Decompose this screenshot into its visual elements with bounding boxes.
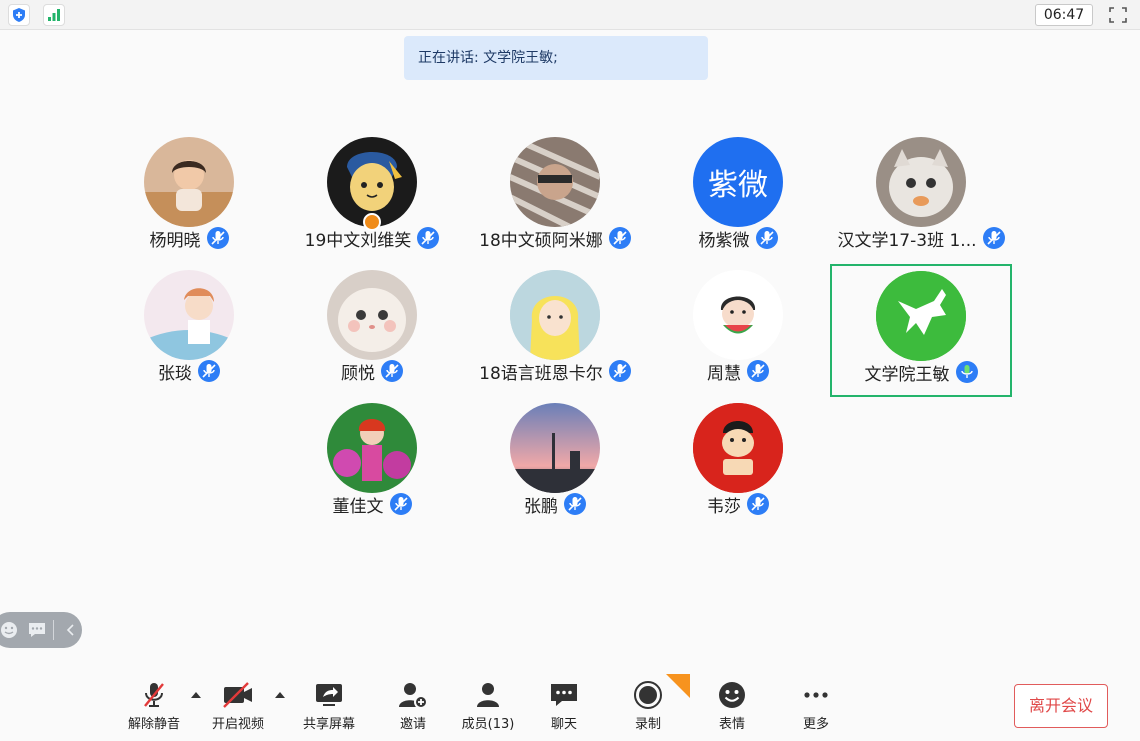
participant-tile[interactable]: 18语言班恩卡尔 — [464, 264, 646, 397]
participant-name: 18语言班恩卡尔 — [479, 363, 603, 384]
fullscreen-icon[interactable] — [1108, 6, 1128, 24]
chat-button[interactable]: 聊天 — [529, 680, 599, 732]
share-screen-button[interactable]: 共享屏幕 — [294, 680, 364, 732]
security-shield-icon[interactable] — [8, 4, 30, 26]
participant-name: 19中文刘维笑 — [304, 230, 412, 251]
participant-tile[interactable]: 韦莎 — [647, 397, 829, 530]
mic-muted-icon — [206, 227, 229, 249]
members-button[interactable]: 成员(13) — [453, 680, 523, 732]
participant-tile[interactable]: 杨明晓 — [98, 131, 280, 264]
participant-name: 张鹏 — [524, 496, 558, 517]
participant-tile[interactable]: 汉文学17-3班 1... — [830, 131, 1012, 264]
mic-off-icon — [138, 680, 170, 710]
participant-name: 文学院王敏 — [864, 364, 950, 385]
chat-bubble-icon[interactable] — [26, 619, 48, 641]
mic-muted-icon — [608, 360, 631, 382]
mic-muted-icon — [564, 493, 586, 515]
video-options-caret[interactable] — [275, 692, 285, 698]
mute-options-caret[interactable] — [191, 692, 201, 698]
top-bar: 06:47 — [0, 0, 1140, 30]
share-screen-icon — [313, 680, 345, 710]
avatar-initials: 紫微 — [708, 168, 768, 203]
divider — [53, 620, 55, 640]
mic-muted-icon — [747, 360, 769, 382]
mic-muted-icon — [755, 227, 778, 249]
avatar — [693, 403, 783, 493]
meeting-timer: 06:47 — [1035, 4, 1093, 26]
avatar — [510, 270, 600, 360]
mic-muted-icon — [608, 227, 631, 249]
invite-button[interactable]: 邀请 — [378, 680, 448, 732]
meeting-toolbar: 解除静音 开启视频 共享屏幕 邀请 成员(13) 聊天 录制 表情 更多 — [0, 668, 1140, 741]
avatar — [876, 137, 966, 227]
participant-name: 18中文硕阿米娜 — [479, 230, 603, 251]
avatar — [327, 270, 417, 360]
emoji-icon — [716, 680, 748, 710]
mic-muted-icon — [198, 360, 220, 382]
more-dots-icon — [800, 680, 832, 710]
participant-name: 周慧 — [707, 363, 741, 384]
floating-side-panel — [0, 612, 82, 648]
participant-name: 韦莎 — [707, 496, 741, 517]
start-video-button[interactable]: 开启视频 — [203, 680, 273, 732]
participant-tile[interactable]: 紫微 杨紫微 — [647, 131, 829, 264]
participant-name: 张琰 — [158, 363, 192, 384]
smiley-icon[interactable] — [0, 619, 20, 641]
participant-tile[interactable]: 张鹏 — [464, 397, 646, 530]
chat-icon — [548, 680, 580, 710]
video-off-icon — [222, 680, 254, 710]
avatar — [327, 403, 417, 493]
mic-muted-icon — [982, 227, 1005, 249]
participant-name: 杨紫微 — [698, 230, 750, 251]
participant-tile[interactable]: 张琰 — [98, 264, 280, 397]
mic-muted-icon — [389, 493, 412, 515]
users-icon — [472, 680, 504, 710]
network-signal-icon[interactable] — [43, 4, 65, 26]
participant-tile-active-speaker[interactable]: 文学院王敏 — [830, 264, 1012, 397]
avatar — [510, 403, 600, 493]
participant-name: 顾悦 — [341, 363, 375, 384]
avatar — [693, 270, 783, 360]
avatar: 紫微 — [693, 137, 783, 227]
record-icon — [632, 680, 664, 710]
participant-tile[interactable]: 周慧 — [647, 264, 829, 397]
reactions-button[interactable]: 表情 — [697, 680, 767, 732]
avatar — [144, 137, 234, 227]
participant-grid: 杨明晓 19中文刘维笑 18中文硕阿米娜 紫微 杨紫微 汉文学17-3班 1..… — [0, 0, 1140, 741]
mic-muted-icon — [747, 493, 769, 515]
mic-muted-icon — [417, 227, 440, 249]
new-feature-badge — [666, 674, 690, 698]
participant-tile[interactable]: 18中文硕阿米娜 — [464, 131, 646, 264]
mute-button[interactable]: 解除静音 — [119, 680, 189, 732]
participant-name: 杨明晓 — [149, 230, 201, 251]
participant-name: 汉文学17-3班 1... — [837, 230, 977, 251]
participant-name: 董佳文 — [332, 496, 384, 517]
more-button[interactable]: 更多 — [781, 680, 851, 732]
active-speaker-banner: 正在讲话: 文学院王敏; — [404, 36, 708, 80]
participant-tile[interactable]: 19中文刘维笑 — [281, 131, 463, 264]
leave-meeting-button[interactable]: 离开会议 — [1014, 684, 1108, 728]
mic-muted-icon — [381, 360, 403, 382]
add-user-icon — [397, 680, 429, 710]
mic-active-icon — [955, 361, 978, 383]
participant-tile[interactable]: 顾悦 — [281, 264, 463, 397]
participant-tile[interactable]: 董佳文 — [281, 397, 463, 530]
avatar — [510, 137, 600, 227]
avatar — [144, 270, 234, 360]
collapse-chevron-left-icon[interactable] — [60, 619, 82, 641]
avatar — [876, 271, 966, 361]
